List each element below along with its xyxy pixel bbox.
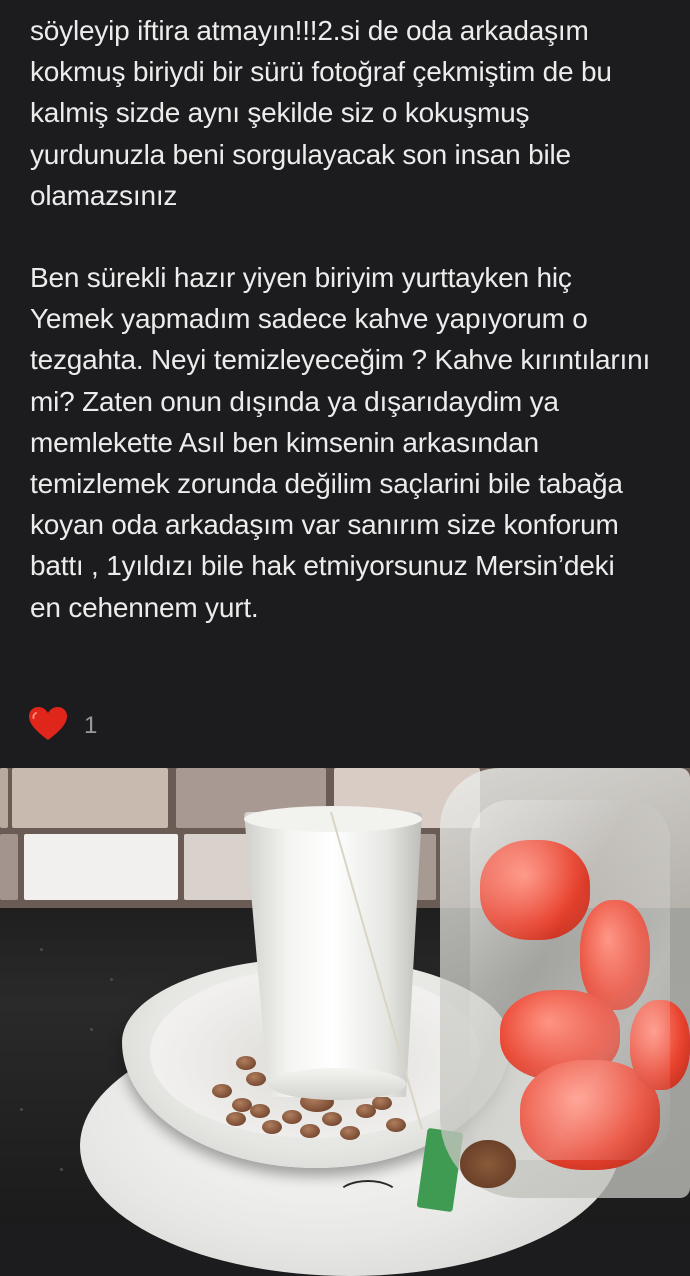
reactions-bar: 1 [28,702,97,746]
review-line: kokmuş biriydi bir sürü fotoğraf çekmişt… [30,56,612,88]
almond [340,1126,360,1140]
review-line: söyleyip iftira atmayın!!!2.si de oda ar… [30,15,589,46]
review-paragraph: Ben sürekli hazır yiyen biriyim yurttayk… [30,257,680,628]
review-line: mi? Zaten onun dışında ya dışarıdaydim y… [30,385,559,417]
review-line: Ben sürekli hazır yiyen biriyim yurttayk… [30,262,572,294]
review-card: söyleyip iftira atmayın!!!2.si de oda ar… [0,0,690,768]
almond [300,1124,320,1138]
almond [322,1112,342,1126]
almond [282,1110,302,1124]
review-line: yurdunuzla beni sorgulayacak son insan b… [30,138,571,170]
review-line: Yemek yapmadım sadece kahve yapıyorum o [30,303,588,335]
almond [250,1104,270,1118]
almond [262,1120,282,1134]
review-line: en cehennem yurt. [30,591,259,623]
review-line: battı , 1yıldızı bile hak etmiyorsunuz M… [30,550,615,582]
almond [212,1084,232,1098]
review-paragraph: söyleyip iftira atmayın!!!2.si de oda ar… [30,10,680,216]
review-line: koyan oda arkadaşım var sanırım size kon… [30,509,619,541]
review-line: kalmiş sizde aynı şekilde siz o kokuşmuş [30,97,530,129]
almond [226,1112,246,1126]
almond [236,1056,256,1070]
review-line: memlekette Asıl ben kimsenin arkasından [30,426,539,458]
like-count: 1 [84,712,98,739]
food-crumb [460,1140,516,1188]
review-line: olamazsınız [30,179,178,211]
review-text: söyleyip iftira atmayın!!!2.si de oda ar… [30,10,680,628]
almond [246,1072,266,1086]
almond [386,1118,406,1132]
heart-icon[interactable] [28,706,68,742]
paper-cup [244,812,422,1097]
review-line: tezgahta. Neyi temizleyeceğim ? Kahve kı… [30,344,651,376]
hair-strands [336,1180,400,1214]
review-line: temizlemek zorunda değilim saçlarini bil… [30,468,623,500]
almond [232,1098,252,1112]
bag-sheen [470,800,670,1160]
almond [372,1096,392,1110]
paper-cup-bottom [268,1068,406,1100]
